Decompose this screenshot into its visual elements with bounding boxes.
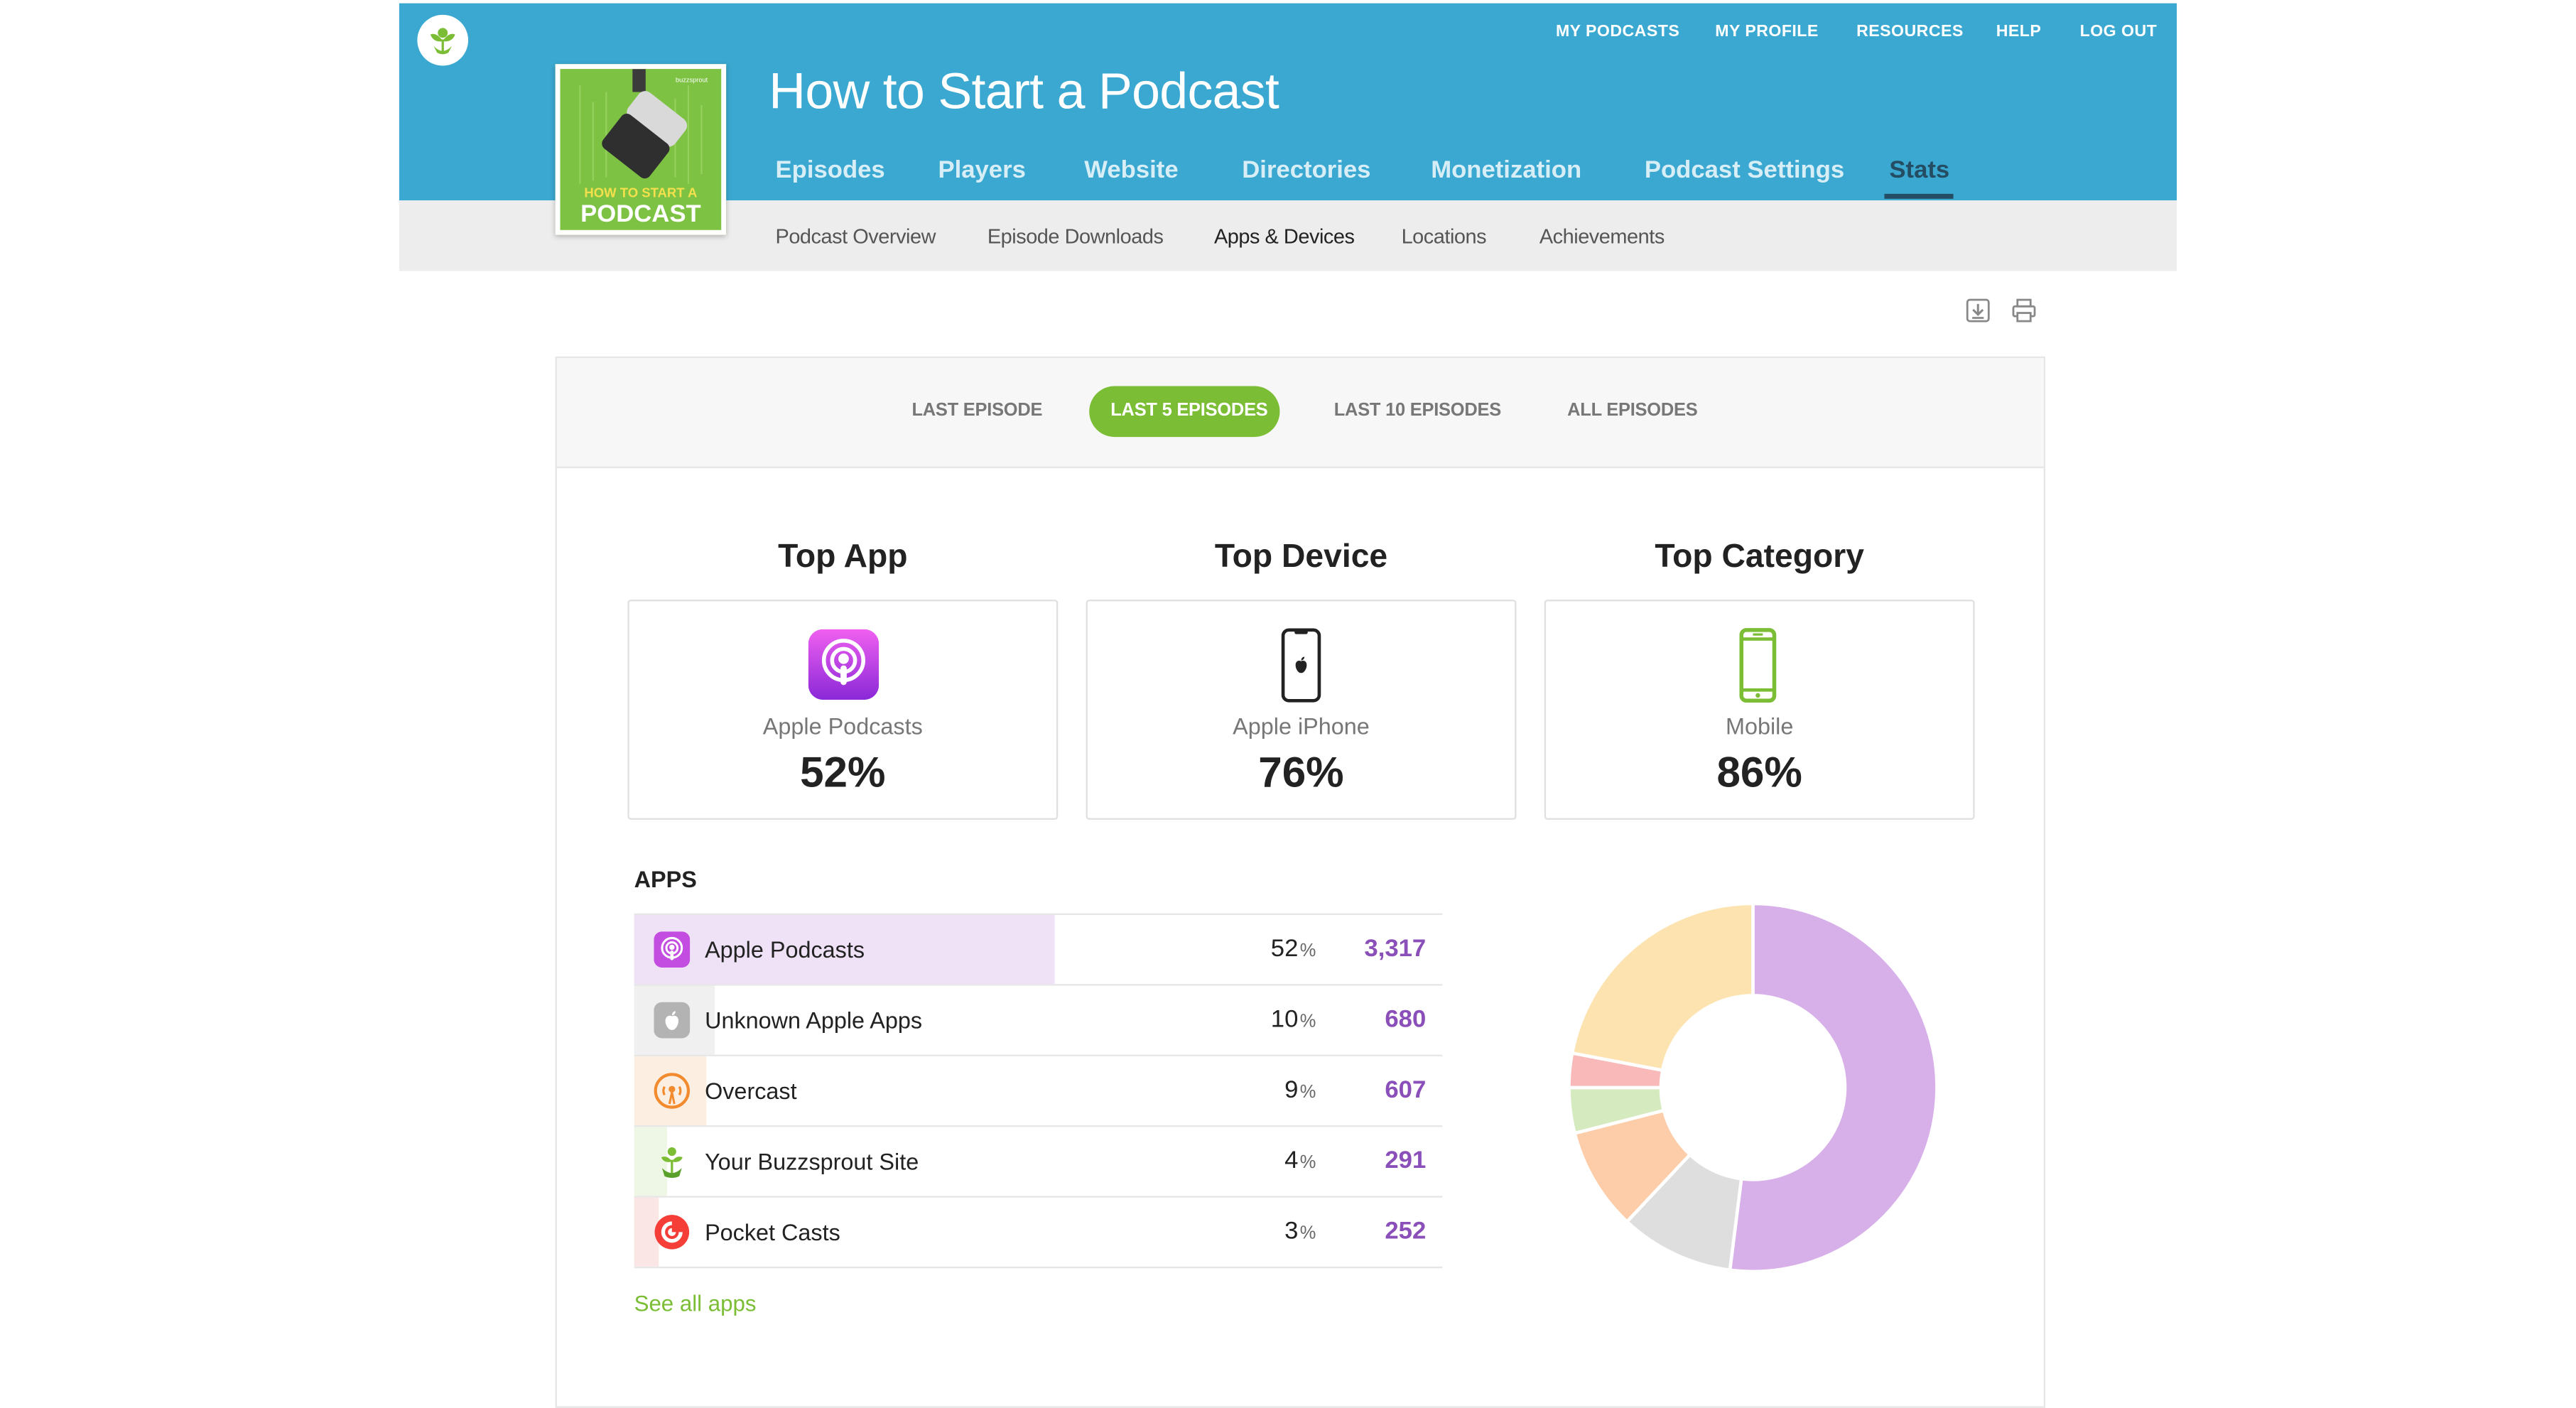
print-icon[interactable]: [2011, 298, 2037, 324]
row-app-count: 252: [1385, 1217, 1427, 1245]
apple-logo-icon: [654, 1002, 691, 1039]
apple-podcasts-icon: [808, 629, 880, 700]
podcast-title: How to Start a Podcast: [769, 62, 1279, 120]
mobile-phone-icon: [1738, 627, 1778, 703]
subtab-episode-downloads[interactable]: Episode Downloads: [987, 225, 1164, 248]
top-device-label: Apple iPhone: [1233, 713, 1370, 740]
tab-website[interactable]: Website: [1084, 156, 1178, 184]
row-app-count: 3,317: [1364, 934, 1427, 963]
row-app-percent: 4%: [1284, 1147, 1316, 1175]
subtab-locations[interactable]: Locations: [1402, 225, 1487, 248]
top-app-heading: Top App: [778, 538, 908, 575]
cover-text-line1: HOW TO START A: [584, 185, 697, 200]
top-category-value: 86%: [1716, 747, 1802, 797]
overcast-icon: [654, 1073, 691, 1109]
row-app-name: Pocket Casts: [705, 1218, 840, 1245]
filter-last-episode[interactable]: LAST EPISODE: [911, 401, 1042, 421]
top-app-value: 52%: [800, 747, 886, 797]
tab-monetization[interactable]: Monetization: [1431, 156, 1581, 184]
row-app-percent: 9%: [1284, 1076, 1316, 1104]
top-device-heading: Top Device: [1214, 538, 1388, 575]
filter-all-episodes[interactable]: ALL EPISODES: [1567, 401, 1698, 421]
apple-podcasts-icon: [654, 931, 691, 968]
donut-slice-apple-podcasts[interactable]: [1728, 901, 1939, 1274]
tab-directories[interactable]: Directories: [1242, 156, 1370, 184]
row-app-count: 291: [1385, 1147, 1427, 1175]
nav-help[interactable]: HELP: [1996, 23, 2042, 40]
pocket-casts-icon: [654, 1214, 690, 1250]
top-device-value: 76%: [1258, 747, 1344, 797]
subtab-apps-devices[interactable]: Apps & Devices: [1214, 225, 1355, 248]
row-app-count: 607: [1385, 1076, 1427, 1104]
row-app-percent: 10%: [1270, 1005, 1316, 1034]
nav-my-podcasts[interactable]: MY PODCASTS: [1556, 23, 1679, 40]
row-app-name: Overcast: [705, 1078, 797, 1104]
tab-podcast-settings[interactable]: Podcast Settings: [1645, 156, 1844, 184]
row-app-name: Unknown Apple Apps: [705, 1007, 923, 1034]
buzzsprout-logo-icon[interactable]: [417, 14, 469, 66]
row-app-percent: 3%: [1284, 1217, 1316, 1245]
subtab-achievements[interactable]: Achievements: [1539, 225, 1665, 248]
subtab-podcast-overview[interactable]: Podcast Overview: [776, 225, 936, 248]
download-icon[interactable]: [1965, 298, 1991, 324]
top-category-label: Mobile: [1725, 713, 1794, 740]
cover-brand: buzzsprout: [676, 77, 708, 84]
tab-episodes[interactable]: Episodes: [776, 156, 885, 184]
tab-stats[interactable]: Stats: [1889, 156, 1949, 184]
row-app-name: Your Buzzsprout Site: [705, 1148, 919, 1175]
apps-heading: APPS: [634, 865, 697, 892]
iphone-icon: [1279, 627, 1322, 703]
top-app-label: Apple Podcasts: [762, 713, 923, 740]
top-category-heading: Top Category: [1655, 538, 1865, 575]
episode-filter-bar: [556, 358, 2044, 469]
apps-donut-chart: [1567, 901, 1939, 1274]
row-app-name: Apple Podcasts: [705, 936, 865, 963]
active-tab-indicator: [1884, 193, 1954, 199]
buzzsprout-icon: [654, 1144, 690, 1180]
row-app-count: 680: [1385, 1005, 1427, 1034]
filter-last-5-episodes[interactable]: LAST 5 EPISODES: [1110, 401, 1268, 421]
row-app-percent: 52%: [1270, 934, 1316, 963]
nav-log-out[interactable]: LOG OUT: [2080, 23, 2158, 40]
donut-slice-other[interactable]: [1570, 901, 1755, 1073]
tab-players[interactable]: Players: [938, 156, 1025, 184]
nav-resources[interactable]: RESOURCES: [1856, 23, 1964, 40]
podcast-cover-art[interactable]: HOW TO START A PODCAST buzzsprout: [555, 64, 727, 235]
filter-last-10-episodes[interactable]: LAST 10 EPISODES: [1334, 401, 1501, 421]
cover-text-line2: PODCAST: [580, 200, 701, 227]
nav-my-profile[interactable]: MY PROFILE: [1715, 23, 1819, 40]
see-all-apps-link[interactable]: See all apps: [634, 1291, 757, 1316]
